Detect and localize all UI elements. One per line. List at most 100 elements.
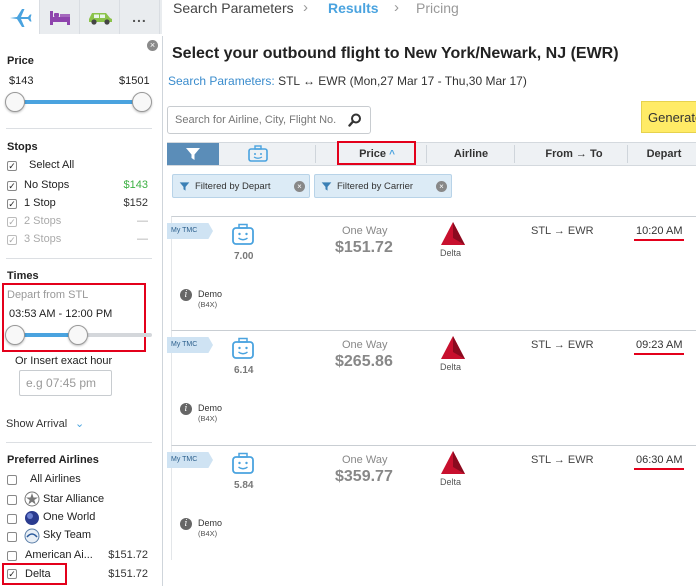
info-icon[interactable]: i: [180, 518, 192, 530]
chevron-down-icon[interactable]: ⌄: [75, 417, 84, 430]
step-search-parameters[interactable]: Search Parameters: [173, 0, 294, 16]
flights-tab[interactable]: [0, 0, 40, 34]
chip-filtered-by-depart[interactable]: Filtered by Depart ×: [172, 174, 310, 198]
flight-price[interactable]: $359.77: [335, 468, 393, 486]
flight-search-placeholder: Search for Airline, City, Flight No.: [175, 114, 337, 126]
airline-name: Delta: [440, 477, 462, 487]
fare-score: 6.14: [234, 365, 254, 376]
route: STL → EWR: [531, 339, 594, 351]
stops-label-one: 1 Stop: [24, 197, 56, 209]
route: STL → EWR: [531, 225, 594, 237]
agent-name: Demo: [198, 518, 223, 528]
airline-checkbox-sky-team[interactable]: [7, 532, 17, 542]
one-world-icon: [25, 511, 39, 525]
stops-checkbox-none[interactable]: ✓: [7, 181, 17, 191]
close-icon[interactable]: ×: [294, 180, 305, 192]
filter-icon: [186, 148, 200, 160]
flight-search-input[interactable]: Search for Airline, City, Flight No.: [167, 106, 371, 134]
search-parameters-value: STL ↔ EWR (Mon,27 Mar 17 - Thu,30 Mar 17…: [278, 74, 527, 88]
filter-icon: [321, 181, 332, 191]
stops-price-three: —: [137, 233, 148, 245]
airline-label-star-alliance: Star Alliance: [43, 493, 105, 505]
flight-row[interactable]: My TMC 5.84 One Way $359.77 Delta STL → …: [167, 445, 696, 560]
my-tmc-tag: My TMC: [167, 337, 213, 353]
stops-price-two: —: [137, 215, 148, 227]
stops-checkbox-one[interactable]: ✓: [7, 199, 17, 209]
depart-column-label[interactable]: Depart: [634, 143, 694, 165]
hotels-tab[interactable]: [40, 0, 80, 34]
stops-label-three: 3 Stops: [24, 233, 62, 245]
airline-checkbox-all[interactable]: [7, 475, 17, 485]
select-all-stops-checkbox[interactable]: ✓: [7, 161, 17, 171]
depart-time-underline: [634, 239, 684, 241]
luggage-icon[interactable]: [247, 145, 269, 163]
delta-logo-icon: [441, 336, 465, 359]
airline-label-one-world: One World: [43, 511, 96, 523]
car-icon: [88, 13, 112, 25]
more-tab[interactable]: ...: [120, 0, 160, 34]
chip-filtered-by-carrier[interactable]: Filtered by Carrier ×: [314, 174, 452, 198]
price-range-track: [15, 100, 143, 104]
airline-checkbox-one-world[interactable]: [7, 514, 17, 524]
depart-time: 09:23 AM: [636, 339, 683, 351]
flight-row[interactable]: My TMC 7.00 One Way $151.72 Delta STL → …: [167, 216, 696, 331]
results-table-header: Price ^ Airline From → To Depart: [167, 142, 696, 166]
airline-price-delta: $151.72: [108, 568, 148, 580]
close-icon[interactable]: ×: [436, 180, 447, 192]
agent-name: Demo: [198, 289, 223, 299]
sky-team-icon: [24, 528, 40, 544]
airline-checkbox-delta[interactable]: ✓: [7, 569, 17, 579]
price-min-handle[interactable]: [5, 92, 25, 112]
show-arrival-toggle[interactable]: Show Arrival: [6, 418, 67, 430]
luggage-icon[interactable]: [230, 337, 256, 361]
stops-title: Stops: [7, 141, 38, 153]
stops-price-none: $143: [123, 179, 148, 191]
price-max-handle[interactable]: [132, 92, 152, 112]
agent-info: Demo (B4X): [198, 518, 222, 539]
depart-time: 10:20 AM: [636, 225, 683, 237]
luggage-icon[interactable]: [230, 223, 256, 247]
depart-min-handle[interactable]: [5, 325, 25, 345]
exact-hour-input[interactable]: e.g 07:45 pm: [19, 370, 112, 396]
depart-time: 06:30 AM: [636, 454, 683, 466]
depart-label: Depart from STL: [7, 289, 89, 301]
from-to-column-label[interactable]: From → To: [519, 143, 629, 165]
luggage-icon[interactable]: [230, 452, 256, 476]
search-parameters-link[interactable]: Search Parameters:: [168, 74, 275, 88]
filter-toggle[interactable]: [167, 143, 219, 165]
step-pricing[interactable]: Pricing: [416, 0, 459, 16]
divider: [6, 258, 152, 259]
generate-label: Generate: [648, 110, 696, 125]
info-icon[interactable]: i: [180, 403, 192, 415]
depart-range-value: 03:53 AM - 12:00 PM: [9, 308, 113, 320]
airline-column-label[interactable]: Airline: [436, 143, 506, 165]
my-tmc-tag: My TMC: [167, 223, 213, 239]
generate-button[interactable]: Generate: [641, 101, 696, 133]
agent-name: Demo: [198, 403, 223, 413]
search-parameters-summary: Search Parameters: STL ↔ EWR (Mon,27 Mar…: [168, 74, 527, 88]
flight-row[interactable]: My TMC 6.14 One Way $265.86 Delta STL → …: [167, 330, 696, 445]
airline-checkbox-star-alliance[interactable]: [7, 495, 17, 505]
flight-price[interactable]: $151.72: [335, 239, 393, 257]
route: STL → EWR: [531, 454, 594, 466]
delta-logo-icon: [441, 222, 465, 245]
stops-checkbox-two: ✓: [7, 217, 17, 227]
chip-label: Filtered by Depart: [195, 180, 271, 192]
cars-tab[interactable]: [80, 0, 120, 34]
flight-price[interactable]: $265.86: [335, 353, 393, 371]
close-icon[interactable]: ×: [147, 40, 158, 51]
stops-checkbox-three: ✓: [7, 235, 17, 245]
chevron-right-icon: ›: [394, 0, 399, 16]
depart-range-track: [78, 333, 152, 337]
agent-info: Demo (B4X): [198, 289, 222, 310]
depart-max-handle[interactable]: [68, 325, 88, 345]
airline-price-american: $151.72: [108, 549, 148, 561]
search-icon[interactable]: [348, 113, 362, 127]
times-title: Times: [7, 270, 39, 282]
info-icon[interactable]: i: [180, 289, 192, 301]
more-icon: ...: [132, 9, 147, 25]
step-results[interactable]: Results: [328, 0, 379, 16]
airline-checkbox-american[interactable]: [7, 551, 17, 561]
airline-name: Delta: [440, 248, 462, 258]
trip-type: One Way: [342, 454, 388, 466]
